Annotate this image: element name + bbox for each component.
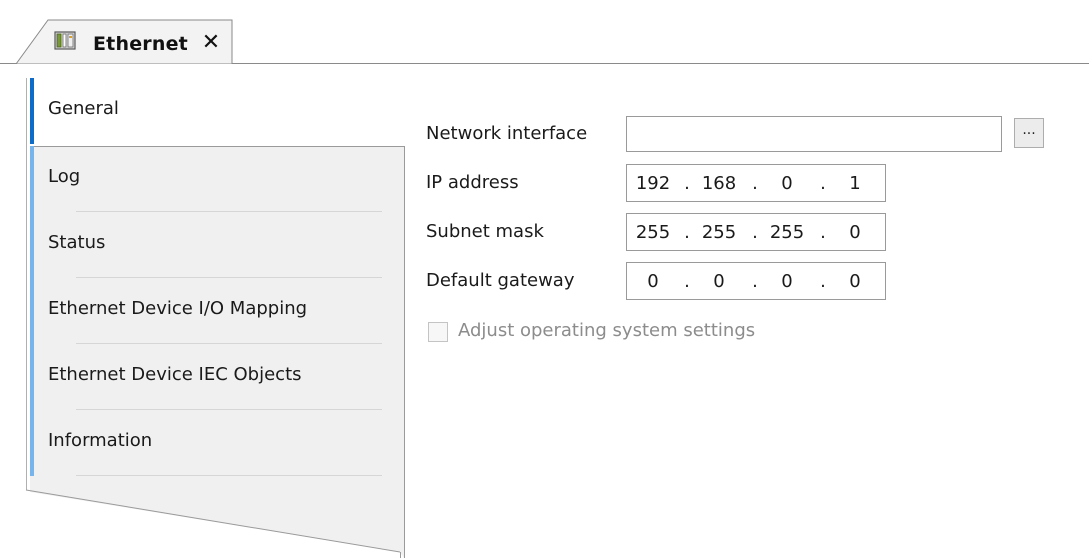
ip-octet[interactable]: 255 <box>633 222 673 243</box>
ip-address-field[interactable]: 192 . 168 . 0 . 1 <box>626 164 886 202</box>
ip-address-label: IP address <box>426 172 519 193</box>
ip-dot: . <box>820 173 826 194</box>
nav-item-io-mapping[interactable]: Ethernet Device I/O Mapping <box>30 278 404 344</box>
nav-item-label: General <box>48 98 119 119</box>
nav-item-label: Information <box>48 430 153 451</box>
nav-marker <box>30 278 34 344</box>
ip-dot: . <box>752 173 758 194</box>
ethernet-editor: Ethernet ✕ General Log Status Ethernet D… <box>0 0 1089 558</box>
subnet-mask-field[interactable]: 255 . 255 . 255 . 0 <box>626 213 886 251</box>
browse-button[interactable]: ... <box>1014 118 1044 148</box>
nav-item-label: Ethernet Device I/O Mapping <box>48 298 308 319</box>
active-marker <box>30 78 34 144</box>
ip-octet[interactable]: 0 <box>835 222 875 243</box>
adjust-os-settings-checkbox[interactable] <box>428 322 448 342</box>
adjust-os-settings-label: Adjust operating system settings <box>458 320 756 341</box>
ip-dot: . <box>820 271 826 292</box>
ip-octet[interactable]: 255 <box>767 222 807 243</box>
close-icon[interactable]: ✕ <box>199 31 223 55</box>
ip-dot: . <box>684 222 690 243</box>
editor-tab-bar: Ethernet ✕ <box>0 8 1089 64</box>
nav-marker <box>30 410 34 476</box>
ip-dot: . <box>752 271 758 292</box>
device-icon <box>54 29 76 51</box>
ip-octet[interactable]: 255 <box>699 222 739 243</box>
nav-item-label: Log <box>48 166 81 187</box>
ip-octet[interactable]: 0 <box>835 271 875 292</box>
nav-item-label: Status <box>48 232 106 253</box>
ip-octet[interactable]: 0 <box>767 271 807 292</box>
nav-item-information[interactable]: Information <box>30 410 404 476</box>
ip-octet[interactable]: 0 <box>767 173 807 194</box>
nav-marker <box>30 344 34 410</box>
subnet-mask-label: Subnet mask <box>426 221 544 242</box>
ip-dot: . <box>684 173 690 194</box>
tab-title[interactable]: Ethernet <box>93 33 188 55</box>
nav-item-label: Ethernet Device IEC Objects <box>48 364 302 385</box>
nav-separator <box>76 475 382 476</box>
nav-marker <box>30 146 34 212</box>
ip-dot: . <box>752 222 758 243</box>
default-gateway-field[interactable]: 0 . 0 . 0 . 0 <box>626 262 886 300</box>
network-interface-label: Network interface <box>426 123 588 144</box>
ip-octet[interactable]: 168 <box>699 173 739 194</box>
default-gateway-label: Default gateway <box>426 270 575 291</box>
ip-dot: . <box>820 222 826 243</box>
ip-octet[interactable]: 0 <box>699 271 739 292</box>
ip-dot: . <box>684 271 690 292</box>
network-interface-input[interactable] <box>626 116 1002 152</box>
ip-octet[interactable]: 0 <box>633 271 673 292</box>
top-strip <box>0 0 1089 8</box>
nav-item-general[interactable]: General <box>30 78 404 144</box>
nav-item-status[interactable]: Status <box>30 212 404 278</box>
ip-octet[interactable]: 1 <box>835 173 875 194</box>
ip-octet[interactable]: 192 <box>633 173 673 194</box>
nav-item-iec-objects[interactable]: Ethernet Device IEC Objects <box>30 344 404 410</box>
nav-marker <box>30 212 34 278</box>
nav-item-log[interactable]: Log <box>30 146 404 212</box>
